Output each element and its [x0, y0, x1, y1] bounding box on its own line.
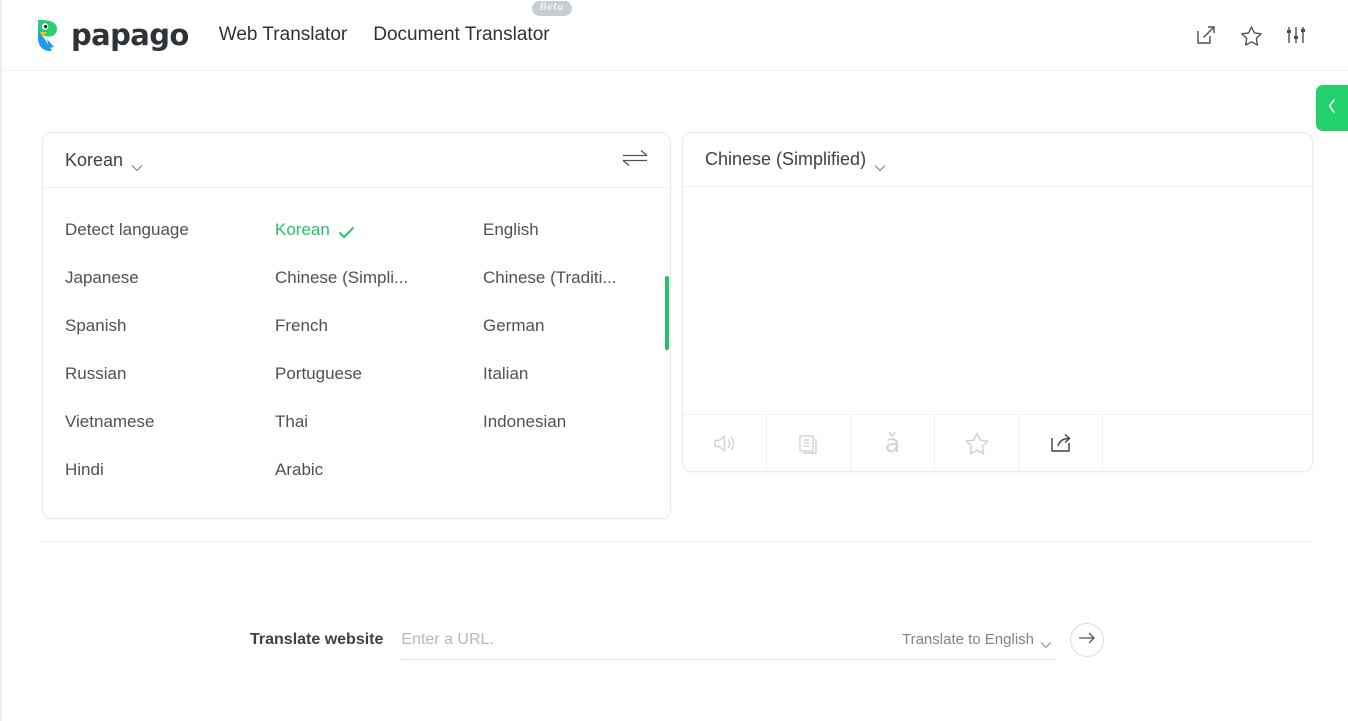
language-option-label: Detect language: [65, 220, 189, 239]
language-option-chinese-simplified[interactable]: Chinese (Simpli...: [275, 254, 483, 302]
language-option-portuguese[interactable]: Portuguese: [275, 350, 483, 398]
translate-website-field: Translate to English: [401, 620, 1056, 660]
language-option-french[interactable]: French: [275, 302, 483, 350]
language-option-detect-language[interactable]: Detect language: [65, 206, 275, 254]
language-dropdown-scrollbar[interactable]: [665, 276, 669, 350]
language-option-label: Vietnamese: [65, 412, 155, 431]
language-option-label: Chinese (Traditi...: [483, 268, 617, 287]
swap-arrows-icon: [622, 148, 648, 173]
pinyin-glyph: ǎ: [884, 428, 901, 458]
language-option-korean[interactable]: Korean: [275, 206, 483, 254]
source-panel-header: Korean: [43, 133, 670, 187]
chevron-left-icon: [1327, 98, 1337, 119]
language-option-label: Indonesian: [483, 412, 567, 431]
chevron-down-icon: [874, 156, 886, 171]
share-icon[interactable]: [1019, 415, 1103, 471]
papago-logo[interactable]: papago: [34, 18, 189, 52]
language-option-indonesian[interactable]: Indonesian: [483, 398, 648, 446]
language-option-arabic[interactable]: Arabic: [275, 446, 483, 494]
language-option-japanese[interactable]: Japanese: [65, 254, 275, 302]
language-option-label: Russian: [65, 364, 127, 383]
external-link-icon[interactable]: [1194, 23, 1218, 47]
url-input[interactable]: [401, 620, 902, 659]
translate-website-submit-button[interactable]: [1070, 623, 1104, 657]
nav-item-document-translator[interactable]: Document Translator Beta: [373, 1, 572, 46]
nav-item-web-translator-label: Web Translator: [218, 24, 348, 45]
language-option-label: Japanese: [65, 268, 139, 287]
translate-target-label: Translate to English: [901, 631, 1034, 648]
translate-website-label: Translate website: [250, 631, 384, 648]
language-option-italian[interactable]: Italian: [483, 350, 648, 398]
language-option-label: Arabic: [275, 460, 324, 479]
speaker-sound-icon[interactable]: [683, 415, 767, 471]
language-option-label: Portuguese: [275, 364, 362, 383]
nav-item-document-translator-label: Document Translator: [373, 24, 550, 45]
app-header: papago Web Translator Document Translato…: [2, 0, 1348, 71]
nav-item-web-translator[interactable]: Web Translator: [219, 24, 347, 46]
language-dropdown: Detect language Korean English Japanese: [43, 187, 670, 518]
language-option-german[interactable]: German: [483, 302, 648, 350]
papago-app-window: papago Web Translator Document Translato…: [0, 0, 1348, 721]
language-option-label: German: [483, 316, 545, 335]
swap-languages-button[interactable]: [620, 147, 650, 173]
section-divider: [40, 541, 1312, 542]
language-option-russian[interactable]: Russian: [65, 350, 275, 398]
source-panel: Korean Detect language Korean English Ja…: [42, 132, 671, 519]
translation-result-text: [683, 187, 1312, 414]
translate-website-bar: Translate website Translate to English: [250, 620, 1104, 660]
language-option-vietnamese[interactable]: Vietnamese: [65, 398, 275, 446]
arrow-right-icon: [1078, 631, 1096, 650]
target-panel-header: Chinese (Simplified): [683, 133, 1312, 187]
language-option-label: Hindi: [65, 460, 104, 479]
language-option-english[interactable]: English: [483, 206, 648, 254]
chevron-down-icon: [1040, 636, 1052, 648]
language-option-label: Italian: [483, 364, 529, 383]
side-panel-toggle-button[interactable]: [1316, 85, 1348, 131]
language-option-hindi[interactable]: Hindi: [65, 446, 275, 494]
language-option-label: English: [483, 220, 539, 239]
papago-parrot-logo-icon: [34, 18, 64, 52]
papago-logo-text: papago: [71, 17, 189, 52]
pinyin-icon[interactable]: ǎ: [851, 415, 935, 471]
language-option-thai[interactable]: Thai: [275, 398, 483, 446]
copy-document-icon[interactable]: [767, 415, 851, 471]
check-icon: [338, 224, 355, 239]
header-actions: [1194, 23, 1308, 47]
language-option-label: French: [275, 316, 328, 335]
beta-badge: Beta: [531, 1, 572, 16]
main-nav: Web Translator Document Translator Beta: [219, 0, 572, 70]
language-option-spanish[interactable]: Spanish: [65, 302, 275, 350]
chevron-down-icon: [131, 156, 143, 172]
language-grid: Detect language Korean English Japanese: [43, 206, 670, 494]
language-option-label: Spanish: [65, 316, 127, 335]
language-option-chinese-traditional[interactable]: Chinese (Traditi...: [483, 254, 648, 302]
source-language-select[interactable]: Korean: [65, 149, 143, 172]
source-language-label: Korean: [65, 149, 124, 170]
target-language-label: Chinese (Simplified): [705, 149, 867, 169]
translate-target-select[interactable]: Translate to English: [902, 631, 1056, 648]
language-option-label: Thai: [275, 412, 309, 431]
star-icon[interactable]: [1239, 23, 1263, 47]
settings-sliders-icon[interactable]: [1284, 23, 1308, 47]
language-option-label: Chinese (Simpli...: [275, 268, 409, 287]
language-option-label: Korean: [275, 220, 330, 239]
target-panel-toolbar: ǎ: [683, 414, 1312, 471]
star-icon[interactable]: [935, 415, 1019, 471]
target-language-select[interactable]: Chinese (Simplified): [705, 149, 886, 171]
language-option-empty: [483, 446, 648, 494]
target-panel: Chinese (Simplified) ǎ: [682, 132, 1313, 472]
